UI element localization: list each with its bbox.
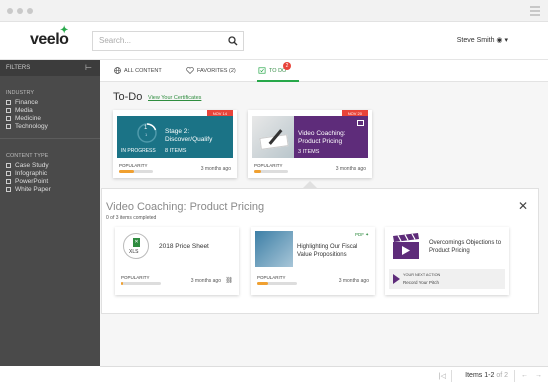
window-dot[interactable] — [17, 8, 23, 14]
logo-spark-icon: ✦ — [60, 25, 68, 36]
card-title: Stage 2: Discover/Qualify — [165, 128, 213, 143]
next-page-icon[interactable]: → — [535, 372, 542, 379]
next-action-label: YOUR NEXT ACTION — [403, 273, 441, 277]
divider — [0, 138, 100, 139]
popularity-label: POPULARITY — [119, 163, 148, 168]
popularity-bar — [121, 282, 161, 285]
search-placeholder: Search... — [99, 36, 132, 45]
user-name: Steve Smith — [456, 37, 495, 44]
content-item-objections[interactable]: Overcomings Objections to Product Pricin… — [385, 227, 509, 295]
content-tabs: ALL CONTENT FAVORITES (2) TO DO 2 — [100, 60, 548, 82]
filter-infographic[interactable]: Infographic — [6, 170, 94, 177]
filter-technology[interactable]: Technology — [6, 123, 94, 130]
tab-all-content[interactable]: ALL CONTENT — [114, 67, 162, 74]
card-status: IN PROGRESS — [121, 148, 156, 154]
todo-count-badge: 2 — [283, 62, 291, 70]
pagination-footer: |◁ Items 1-2 of 2 ← → — [100, 366, 548, 384]
heart-icon — [186, 67, 194, 74]
popularity-bar — [257, 282, 297, 285]
popularity-bar — [254, 170, 288, 173]
industry-label: INDUSTRY — [6, 90, 35, 96]
content-item-price-sheet[interactable]: ✕ XLS 2018 Price Sheet POPULARITY 3 mont… — [115, 227, 239, 295]
card-thumbnail — [252, 116, 294, 158]
next-action-box[interactable]: YOUR NEXT ACTION Record Your Pitch — [389, 269, 505, 289]
window-dot[interactable] — [7, 8, 13, 14]
popularity-bar — [119, 170, 153, 173]
user-menu[interactable]: Steve Smith ◉ ▾ — [457, 36, 508, 44]
content-item-fiscal-value[interactable]: PDF ✦ Highlighting Our Fiscal Value Prop… — [251, 227, 375, 295]
ring-subcount: 1 — [145, 132, 148, 137]
window-dot[interactable] — [27, 8, 33, 14]
card-item-count: 3 ITEMS — [298, 149, 320, 155]
filter-medicine[interactable]: Medicine — [6, 115, 94, 122]
filter-powerpoint[interactable]: PowerPoint — [6, 178, 94, 185]
pdf-spark-icon: ✦ — [365, 232, 369, 237]
checklist-icon — [258, 67, 266, 74]
filters-heading: FILTERS — [6, 65, 31, 71]
popularity-fill — [119, 170, 135, 173]
xls-icon: ✕ XLS — [123, 233, 149, 259]
content-type-label: CONTENT TYPE — [6, 153, 49, 159]
menu-icon[interactable] — [530, 6, 540, 16]
app-window: veelo ✦ Search... Steve Smith ◉ ▾ FILTERS… — [0, 0, 548, 384]
popularity-label: POPULARITY — [257, 275, 286, 280]
play-icon — [393, 274, 400, 284]
next-action-text: Record Your Pitch — [403, 280, 440, 285]
card-title: Video Coaching: Product Pricing — [298, 130, 346, 145]
expanded-panel: Video Coaching: Product Pricing 0 of 3 i… — [101, 188, 539, 314]
due-date-tag: NOV 14 — [206, 110, 233, 116]
tab-favorites[interactable]: FAVORITES (2) — [186, 67, 236, 74]
popularity-label: POPULARITY — [121, 275, 150, 280]
close-icon[interactable]: ✕ — [518, 199, 528, 213]
top-header: veelo ✦ Search... Steve Smith ◉ ▾ — [0, 22, 548, 60]
tab-todo[interactable]: TO DO — [258, 67, 286, 74]
main-content: ALL CONTENT FAVORITES (2) TO DO 2 To-Do … — [100, 60, 548, 366]
card-item-count: 8 ITEMS — [165, 148, 187, 154]
filter-case-study[interactable]: Case Study — [6, 162, 94, 169]
item-age: 3 months ago — [338, 278, 369, 284]
filter-white-paper[interactable]: White Paper — [6, 186, 94, 193]
popularity-label: POPULARITY — [254, 163, 283, 168]
chevron-down-icon: ▾ — [504, 37, 508, 44]
popularity-fill — [254, 170, 261, 173]
view-certificates-link[interactable]: View Your Certificates — [148, 95, 201, 101]
card-age: 3 months ago — [335, 166, 366, 172]
active-tab-indicator — [257, 80, 299, 82]
logo[interactable]: veelo ✦ — [30, 25, 69, 49]
popularity-fill — [257, 282, 269, 285]
file-type-label: PDF — [354, 232, 364, 237]
due-date-tag: NOV 20 — [341, 110, 368, 116]
filter-sidebar: FILTERS ⊢ INDUSTRY Finance Media Medicine… — [0, 60, 100, 366]
prev-page-icon[interactable]: ← — [521, 372, 528, 379]
item-title: 2018 Price Sheet — [159, 243, 209, 250]
page-title: To-Do — [113, 91, 143, 103]
search-icon[interactable] — [228, 36, 238, 46]
todo-card-video-coaching[interactable]: NOV 20 Video Coaching: Product Pricing 3… — [248, 110, 372, 178]
filter-finance[interactable]: Finance — [6, 99, 94, 106]
item-age: 3 months ago — [190, 278, 221, 284]
expand-caret — [303, 181, 317, 188]
first-page-icon[interactable]: |◁ — [439, 372, 446, 380]
panel-progress: 0 of 3 items completed — [106, 215, 157, 221]
ring-count: 1 — [144, 125, 148, 131]
item-title: Overcomings Objections to Product Pricin… — [429, 240, 502, 254]
search-input[interactable]: Search... — [92, 31, 244, 51]
title-bar — [0, 0, 548, 22]
user-icon: ◉ — [496, 37, 503, 44]
item-title: Highlighting Our Fiscal Value Propositio… — [297, 244, 358, 258]
playlist-icon — [357, 120, 364, 126]
todo-card-stage2[interactable]: NOV 14 1 1 Stage 2: Discover/Qualify IN … — [113, 110, 237, 178]
card-age: 3 months ago — [200, 166, 231, 172]
link-icon[interactable]: ⛓ — [225, 277, 233, 284]
item-thumbnail — [255, 231, 293, 267]
popularity-fill — [121, 282, 123, 285]
items-count: Items 1-2 of 2 — [465, 372, 508, 379]
panel-title: Video Coaching: Product Pricing — [106, 201, 265, 213]
filter-media[interactable]: Media — [6, 107, 94, 114]
video-clapper-icon — [393, 233, 419, 259]
collapse-icon[interactable]: ⊢ — [85, 63, 92, 72]
globe-icon — [114, 67, 121, 74]
